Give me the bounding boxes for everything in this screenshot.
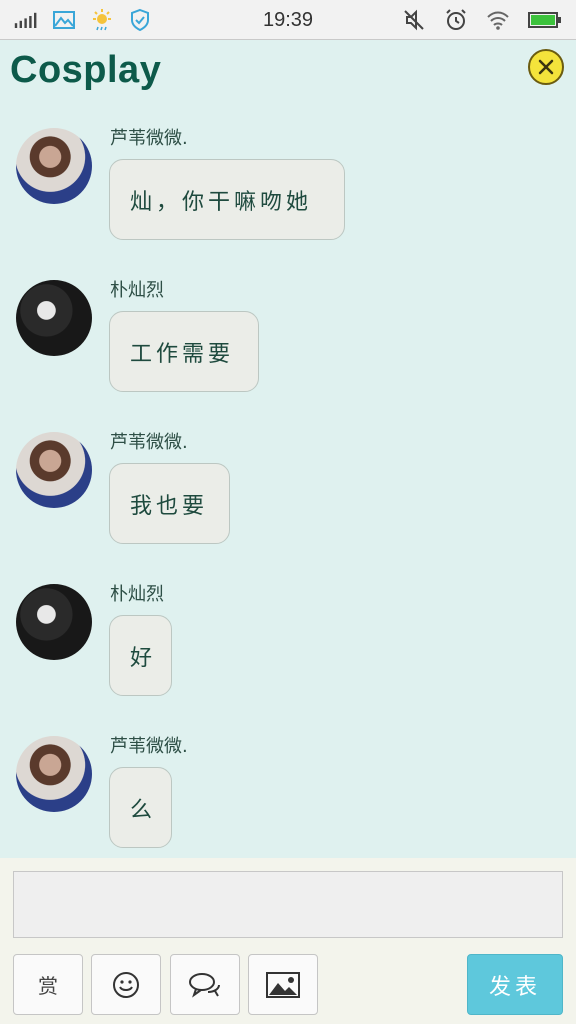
- message-bubble: 么: [109, 767, 172, 848]
- status-right-icons: [402, 8, 562, 32]
- reward-label: 赏: [38, 974, 58, 998]
- composer: 赏 发表: [0, 858, 576, 1024]
- reward-button[interactable]: 赏: [13, 954, 83, 1015]
- wifi-icon: [487, 11, 509, 30]
- message-list[interactable]: 芦苇微微. 灿，你干嘛吻她 朴灿烈 工作需要 芦苇微微. 我也要 朴灿烈 好 芦…: [0, 112, 576, 857]
- message-input[interactable]: [13, 871, 563, 938]
- close-button[interactable]: [528, 49, 564, 85]
- sender-name: 朴灿烈: [110, 584, 164, 605]
- chat-bubbles-icon: [189, 972, 220, 998]
- avatar[interactable]: [16, 584, 92, 660]
- avatar[interactable]: [16, 432, 92, 508]
- message-bubble: 工作需要: [109, 311, 259, 392]
- sender-name: 芦苇微微.: [110, 432, 188, 453]
- emoji-button[interactable]: [91, 954, 161, 1015]
- smiley-icon: [113, 971, 139, 998]
- message-bubble: 好: [109, 615, 172, 696]
- image-button[interactable]: [248, 954, 318, 1015]
- battery-icon: [528, 12, 561, 28]
- status-bar: 19:39: [0, 0, 576, 40]
- picture-icon: [266, 971, 300, 998]
- avatar[interactable]: [16, 280, 92, 356]
- message-bubble: 我也要: [109, 463, 230, 544]
- sender-name: 芦苇微微.: [110, 128, 188, 149]
- send-label: 发表: [488, 974, 541, 1000]
- avatar[interactable]: [16, 128, 92, 204]
- close-icon: [538, 59, 554, 75]
- header: Cosplay: [0, 41, 576, 101]
- message-bubble: 灿，你干嘛吻她: [109, 159, 345, 240]
- sender-name: 芦苇微微.: [110, 736, 188, 757]
- avatar[interactable]: [16, 736, 92, 812]
- chat-button[interactable]: [170, 954, 240, 1015]
- sender-name: 朴灿烈: [110, 280, 164, 301]
- mute-icon: [404, 9, 424, 31]
- send-button[interactable]: 发表: [467, 954, 563, 1015]
- page-title: Cosplay: [10, 49, 162, 91]
- alarm-icon: [446, 9, 466, 30]
